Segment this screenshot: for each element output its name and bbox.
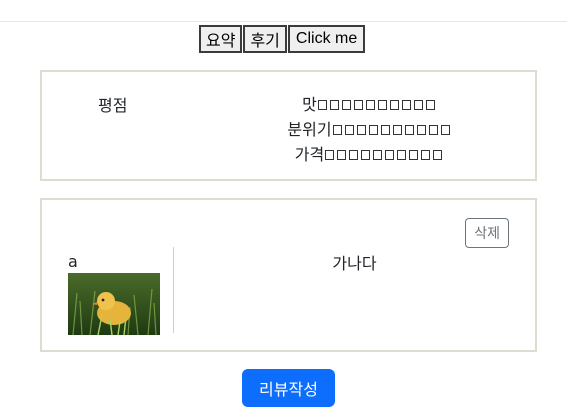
rating-line-label: 분위기 (287, 120, 332, 139)
rating-box (392, 124, 402, 135)
rating-box (428, 124, 438, 135)
rating-box (425, 99, 435, 110)
review-card: 삭제 a 가나다 (40, 198, 537, 352)
rating-title: 평점 (98, 96, 128, 115)
review-author: a (68, 252, 78, 271)
duckling-photo-icon (68, 273, 160, 335)
rating-box (349, 149, 359, 160)
rating-boxes (317, 99, 435, 110)
rating-box (373, 149, 383, 160)
write-review-button[interactable]: 리뷰작성 (242, 369, 335, 407)
rating-box (416, 124, 426, 135)
tab-bar: 요약 후기 Click me (199, 25, 366, 53)
rating-line-label: 가격 (294, 145, 325, 164)
rating-box (433, 149, 443, 160)
rating-box (365, 99, 375, 110)
rating-line-taste: 맛 (202, 92, 535, 117)
rating-box (397, 149, 407, 160)
rating-box (337, 149, 347, 160)
rating-box (344, 124, 354, 135)
rating-line-price: 가격 (202, 142, 535, 167)
rating-box (385, 149, 395, 160)
rating-line-atmosphere: 분위기 (202, 117, 535, 142)
top-divider (0, 21, 567, 22)
rating-box (377, 99, 387, 110)
rating-box (440, 124, 450, 135)
rating-boxes (332, 124, 450, 135)
rating-box (380, 124, 390, 135)
rating-box (421, 149, 431, 160)
delete-button[interactable]: 삭제 (465, 218, 509, 248)
rating-box (368, 124, 378, 135)
tab-reviews[interactable]: 후기 (243, 25, 287, 53)
rating-card: 평점 맛 분위기 가격 (40, 70, 537, 181)
rating-boxes (325, 149, 443, 160)
rating-box (329, 99, 339, 110)
rating-box (401, 99, 411, 110)
click-me-button[interactable]: Click me (287, 25, 366, 53)
review-text: 가나다 (332, 254, 377, 273)
rating-box (409, 149, 419, 160)
rating-box (317, 99, 327, 110)
rating-box (404, 124, 414, 135)
tab-summary[interactable]: 요약 (199, 25, 243, 53)
rating-line-label: 맛 (302, 95, 317, 114)
rating-box (389, 99, 399, 110)
rating-box (332, 124, 342, 135)
rating-box (341, 99, 351, 110)
review-photo (68, 273, 160, 335)
rating-box (413, 99, 423, 110)
rating-lines: 맛 분위기 가격 (202, 92, 535, 167)
rating-box (353, 99, 363, 110)
rating-box (361, 149, 371, 160)
rating-box (325, 149, 335, 160)
rating-box (356, 124, 366, 135)
